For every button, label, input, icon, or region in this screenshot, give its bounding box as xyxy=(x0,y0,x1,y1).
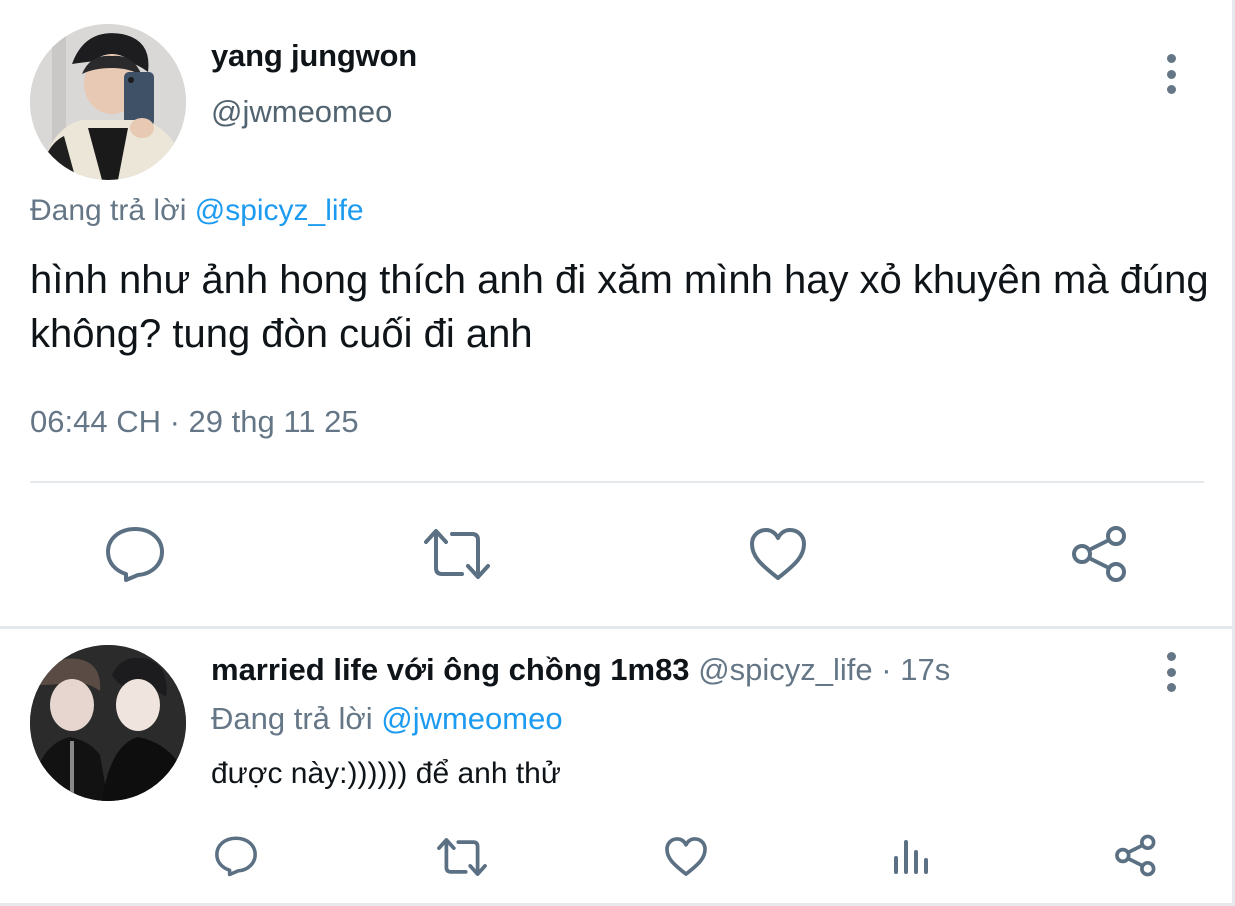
analytics-icon[interactable] xyxy=(892,836,932,876)
reply-icon[interactable] xyxy=(104,525,166,583)
reply-retweet-icon[interactable] xyxy=(436,836,488,878)
reply-author-avatar[interactable] xyxy=(30,645,186,801)
tweet-text: hình như ảnh hong thích anh đi xăm mình … xyxy=(30,258,1209,356)
author-name[interactable]: yang jungwon xyxy=(211,38,417,74)
reply-more-options-icon[interactable] xyxy=(1161,652,1181,692)
meta-separator: · xyxy=(872,652,901,687)
reply-author-name[interactable]: married life với ông chồng 1m83 xyxy=(211,652,690,687)
reply-author-handle[interactable]: @spicyz_life xyxy=(698,652,872,687)
main-tweet: yang jungwon @jwmeomeo Đang trả lời @spi… xyxy=(0,0,1232,626)
author-avatar[interactable] xyxy=(30,24,186,180)
section-divider xyxy=(0,626,1232,629)
reply-replying-to-prefix: Đang trả lời xyxy=(211,701,382,736)
reply-text: được này:)))))) để anh thử xyxy=(211,757,561,790)
reply-time[interactable]: 17s xyxy=(900,652,950,687)
reply-replying-to-mention[interactable]: @jwmeomeo xyxy=(381,701,562,736)
share-icon[interactable] xyxy=(1070,525,1130,583)
replying-to-prefix: Đang trả lời xyxy=(30,194,195,227)
more-options-icon[interactable] xyxy=(1161,54,1181,94)
reply-like-icon[interactable] xyxy=(664,836,708,877)
tweet-timestamp[interactable]: 06:44 CH · 29 thg 11 25 xyxy=(30,404,359,440)
reply-reply-icon[interactable] xyxy=(214,835,258,877)
retweet-icon[interactable] xyxy=(422,526,492,582)
replying-to-line: Đang trả lời @spicyz_life xyxy=(30,194,364,228)
replying-to-mention[interactable]: @spicyz_life xyxy=(195,194,364,227)
like-icon[interactable] xyxy=(748,526,808,582)
divider xyxy=(30,481,1204,483)
reply-replying-to-line: Đang trả lời @jwmeomeo xyxy=(211,701,563,737)
reply-header: married life với ông chồng 1m83 @spicyz_… xyxy=(211,652,950,688)
reply-share-icon[interactable] xyxy=(1114,834,1158,877)
author-handle[interactable]: @jwmeomeo xyxy=(211,94,392,130)
